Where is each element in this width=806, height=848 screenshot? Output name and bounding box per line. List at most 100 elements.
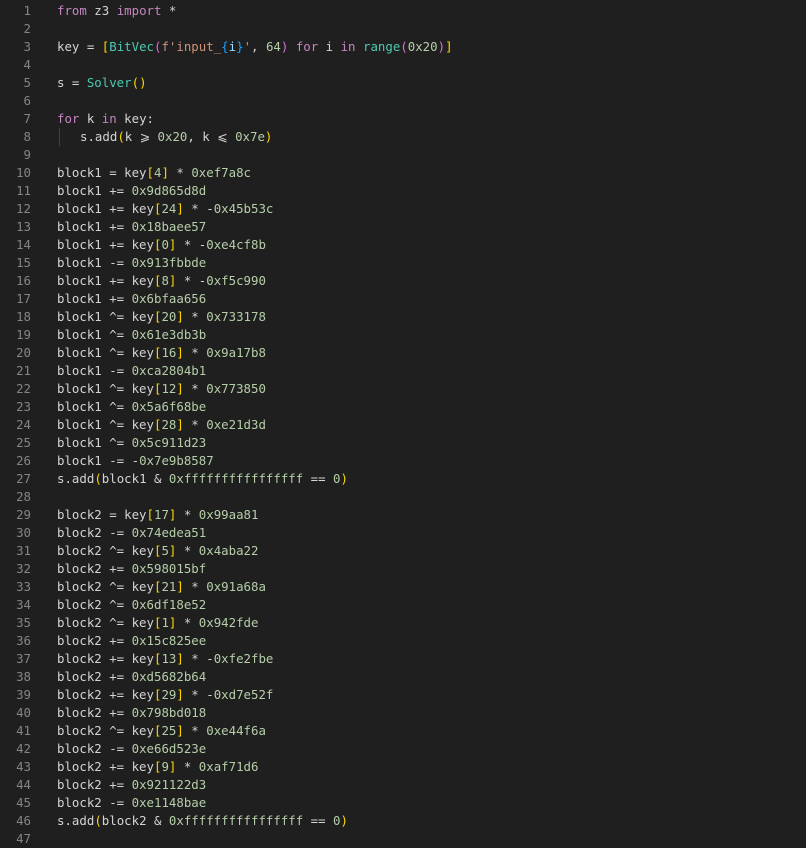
code-text[interactable]: block2 += key[13] * -0xfe2fbe [57,650,273,668]
code-line[interactable]: 7 for k in key: [0,110,806,128]
code-line[interactable]: 33 block2 ^= key[21] * 0x91a68a [0,578,806,596]
code-line[interactable]: 26 block1 -= -0x7e9b8587 [0,452,806,470]
code-text[interactable]: block1 ^= key[28] * 0xe21d3d [57,416,266,434]
code-text[interactable]: block1 += key[8] * -0xf5c990 [57,272,266,290]
code-line[interactable]: 19 block1 ^= 0x61e3db3b [0,326,806,344]
code-line[interactable]: 31 block2 ^= key[5] * 0x4aba22 [0,542,806,560]
code-line[interactable]: 39 block2 += key[29] * -0xd7e52f [0,686,806,704]
code-line[interactable]: 3 key = [BitVec(f'input_{i}', 64) for i i… [0,38,806,56]
code-token: block1 -= [57,363,132,378]
code-token: z3 [86,3,117,18]
code-line[interactable]: 30 block2 -= 0x74edea51 [0,524,806,542]
code-text[interactable]: block1 += key[24] * -0x45b53c [57,200,273,218]
code-line[interactable]: 13 block1 += 0x18baee57 [0,218,806,236]
code-line[interactable]: 25 block1 ^= 0x5c911d23 [0,434,806,452]
code-line[interactable]: 43 block2 += key[9] * 0xaf71d6 [0,758,806,776]
code-text[interactable]: block2 ^= key[21] * 0x91a68a [57,578,266,596]
code-line[interactable]: 32 block2 += 0x598015bf [0,560,806,578]
code-line[interactable]: 37 block2 += key[13] * -0xfe2fbe [0,650,806,668]
code-text[interactable]: block1 += 0x6bfaa656 [57,290,206,308]
code-text[interactable]: block1 += 0x18baee57 [57,218,206,236]
code-token: 0x921122d3 [131,777,207,792]
code-line[interactable]: 40 block2 += 0x798bd018 [0,704,806,722]
code-text[interactable]: block1 -= 0x913fbbde [57,254,206,272]
code-line[interactable]: 29 block2 = key[17] * 0x99aa81 [0,506,806,524]
code-line[interactable]: 9 [0,146,806,164]
code-text[interactable]: block2 -= 0xe1148bae [57,794,206,812]
code-line[interactable]: 27 s.add(block1 & 0xffffffffffffffff == 0… [0,470,806,488]
code-text[interactable]: block2 += 0x798bd018 [57,704,206,722]
code-text[interactable]: block2 += 0x598015bf [57,560,206,578]
code-token: block1 ^= key [57,345,154,360]
code-line[interactable]: 46 s.add(block2 & 0xffffffffffffffff == 0… [0,812,806,830]
code-line[interactable]: 35 block2 ^= key[1] * 0x942fde [0,614,806,632]
code-text[interactable]: block2 += 0x15c825ee [57,632,206,650]
code-text[interactable]: block2 -= 0x74edea51 [57,524,206,542]
code-text[interactable]: from z3 import * [57,2,176,20]
code-text[interactable]: block2 -= 0xe66d523e [57,740,206,758]
code-text[interactable]: block2 += key[29] * -0xd7e52f [57,686,273,704]
line-number: 40 [16,705,31,720]
code-text[interactable]: block1 -= -0x7e9b8587 [57,452,214,470]
code-text[interactable]: block2 = key[17] * 0x99aa81 [57,506,258,524]
code-text[interactable]: block1 ^= 0x5a6f68be [57,398,206,416]
code-lines[interactable]: 1 from z3 import * 2 3 key = [BitVec(f'input… [0,2,806,848]
line-number: 36 [16,633,31,648]
code-text[interactable]: block2 += 0x921122d3 [57,776,206,794]
code-line[interactable]: 24 block1 ^= key[28] * 0xe21d3d [0,416,806,434]
code-line[interactable]: 14 block1 += key[0] * -0xe4cf8b [0,236,806,254]
code-text[interactable]: block2 ^= key[5] * 0x4aba22 [57,542,258,560]
code-text[interactable]: key = [BitVec(f'input_{i}', 64) for i in… [57,38,453,56]
code-line[interactable]: 2 [0,20,806,38]
code-line[interactable]: 5 s = Solver() [0,74,806,92]
code-line[interactable]: 1 from z3 import * [0,2,806,20]
code-text[interactable]: block1 ^= 0x61e3db3b [57,326,206,344]
code-text[interactable]: block1 += 0x9d865d8d [57,182,206,200]
code-line[interactable]: 4 [0,56,806,74]
code-token: ) [340,813,348,828]
code-editor[interactable]: 1 from z3 import * 2 3 key = [BitVec(f'input… [0,0,806,846]
code-line[interactable]: 17 block1 += 0x6bfaa656 [0,290,806,308]
code-line[interactable]: 10 block1 = key[4] * 0xef7a8c [0,164,806,182]
code-line[interactable]: 15 block1 -= 0x913fbbde [0,254,806,272]
code-token: block1 ^= key [57,381,154,396]
code-text[interactable]: block1 ^= key[12] * 0x773850 [57,380,266,398]
code-text[interactable]: s.add(block1 & 0xffffffffffffffff == 0) [57,470,348,488]
code-line[interactable]: 16 block1 += key[8] * -0xf5c990 [0,272,806,290]
code-line[interactable]: 45 block2 -= 0xe1148bae [0,794,806,812]
code-line[interactable]: 34 block2 ^= 0x6df18e52 [0,596,806,614]
code-line[interactable]: 8 s.add(k ⩾ 0x20, k ⩽ 0x7e) [0,128,806,146]
code-line[interactable]: 20 block1 ^= key[16] * 0x9a17b8 [0,344,806,362]
code-line[interactable]: 38 block2 += 0xd5682b64 [0,668,806,686]
code-text[interactable]: block2 ^= 0x6df18e52 [57,596,206,614]
code-line[interactable]: 23 block1 ^= 0x5a6f68be [0,398,806,416]
code-line[interactable]: 18 block1 ^= key[20] * 0x733178 [0,308,806,326]
code-text[interactable]: block1 = key[4] * 0xef7a8c [57,164,251,182]
code-line[interactable]: 11 block1 += 0x9d865d8d [0,182,806,200]
code-text[interactable]: block2 += key[9] * 0xaf71d6 [57,758,258,776]
code-text[interactable]: block1 ^= key[16] * 0x9a17b8 [57,344,266,362]
code-text[interactable]: block1 -= 0xca2804b1 [57,362,206,380]
code-token: 17 [154,507,169,522]
code-text[interactable]: block2 += 0xd5682b64 [57,668,206,686]
code-text[interactable]: for k in key: [57,110,154,128]
code-line[interactable]: 42 block2 -= 0xe66d523e [0,740,806,758]
code-line[interactable]: 28 [0,488,806,506]
code-text[interactable]: s.add(block2 & 0xffffffffffffffff == 0) [57,812,348,830]
code-line[interactable]: 47 [0,830,806,848]
code-line[interactable]: 6 [0,92,806,110]
code-text[interactable]: block1 += key[0] * -0xe4cf8b [57,236,266,254]
code-line[interactable]: 12 block1 += key[24] * -0x45b53c [0,200,806,218]
code-line[interactable]: 22 block1 ^= key[12] * 0x773850 [0,380,806,398]
code-text[interactable]: block1 ^= key[20] * 0x733178 [57,308,266,326]
code-text[interactable]: block2 ^= key[25] * 0xe44f6a [57,722,266,740]
code-line[interactable]: 41 block2 ^= key[25] * 0xe44f6a [0,722,806,740]
code-line[interactable]: 36 block2 += 0x15c825ee [0,632,806,650]
code-line[interactable]: 21 block1 -= 0xca2804b1 [0,362,806,380]
code-text[interactable]: s.add(k ⩾ 0x20, k ⩽ 0x7e) [80,128,272,146]
code-text[interactable]: block2 ^= key[1] * 0x942fde [57,614,258,632]
code-text[interactable]: s = Solver() [57,74,147,92]
code-line[interactable]: 44 block2 += 0x921122d3 [0,776,806,794]
code-text[interactable]: block1 ^= 0x5c911d23 [57,434,206,452]
